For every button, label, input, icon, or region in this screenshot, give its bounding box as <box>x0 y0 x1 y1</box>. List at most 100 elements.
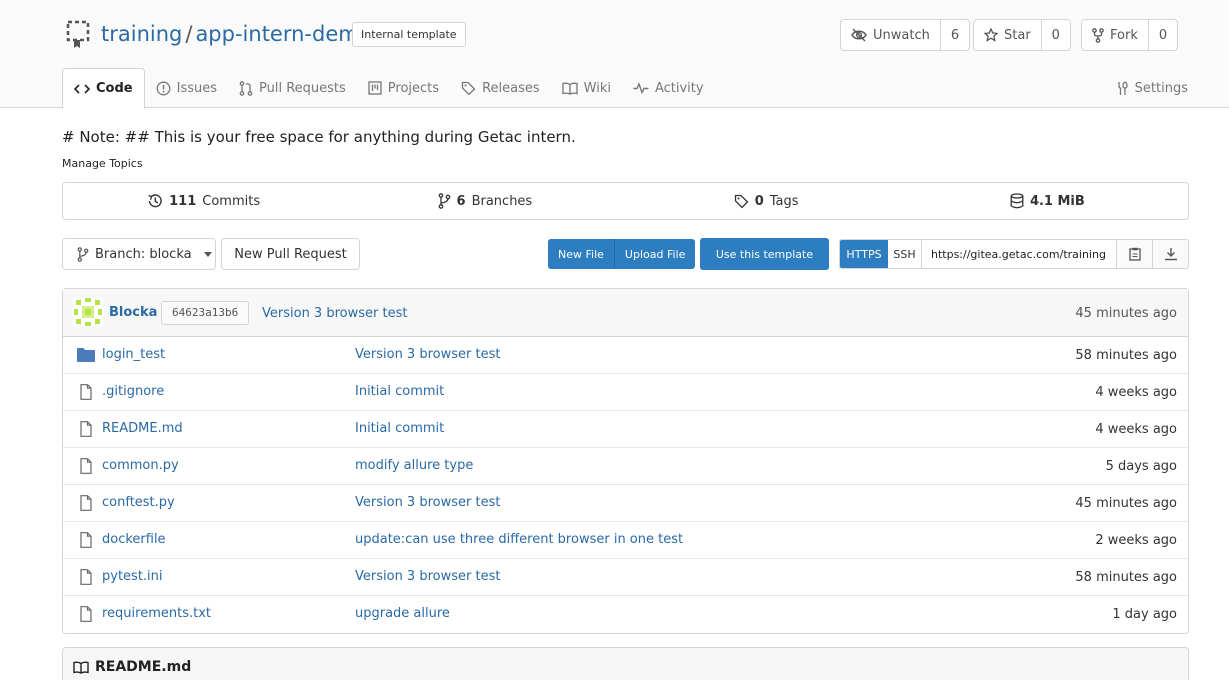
file-name[interactable]: .gitignore <box>102 384 164 399</box>
file-name[interactable]: common.py <box>102 458 179 473</box>
branch-label: Branch: blocka <box>95 246 192 262</box>
commits-label: Commits <box>202 193 261 209</box>
watch-count[interactable]: 6 <box>941 20 969 50</box>
file-name[interactable]: README.md <box>102 421 183 436</box>
file-time: 58 minutes ago <box>1075 348 1177 363</box>
tags-count: 0 <box>754 193 764 209</box>
ssh-toggle[interactable]: SSH <box>888 240 922 268</box>
file-commit-message[interactable]: Initial commit <box>355 421 444 436</box>
file-commit-message[interactable]: Initial commit <box>355 384 444 399</box>
readme-header: README.md <box>62 647 1189 680</box>
tab-projects-label: Projects <box>387 80 440 96</box>
fork-icon <box>1092 27 1104 43</box>
file-actions: New File Upload File <box>548 239 696 269</box>
tab-code[interactable]: Code <box>62 68 145 109</box>
file-name[interactable]: conftest.py <box>102 495 175 510</box>
fork-button[interactable]: Fork <box>1082 20 1149 50</box>
clone-panel: HTTPS SSH https://gitea.getac.com/traini… <box>839 239 1189 269</box>
tab-code-label: Code <box>96 81 133 96</box>
file-icon <box>80 569 92 585</box>
book-icon <box>73 660 89 674</box>
repo-owner-link[interactable]: training <box>101 22 182 46</box>
repo-separator: / <box>185 22 193 46</box>
file-icon <box>80 421 92 437</box>
tab-activity-label: Activity <box>654 80 704 96</box>
commit-sha[interactable]: 64623a13b6 <box>161 301 250 325</box>
watch-button-group[interactable]: Unwatch 6 <box>840 19 971 51</box>
tab-issues[interactable]: Issues <box>145 68 228 108</box>
upload-file-button[interactable]: Upload File <box>613 239 696 269</box>
fork-label: Fork <box>1110 27 1138 43</box>
tab-pull-requests-label: Pull Requests <box>259 80 346 96</box>
branch-icon <box>438 193 450 209</box>
star-count[interactable]: 0 <box>1042 20 1070 50</box>
file-commit-message[interactable]: upgrade allure <box>355 606 450 621</box>
use-template-button[interactable]: Use this template <box>700 238 829 270</box>
file-commit-message[interactable]: update:can use three different browser i… <box>355 532 683 547</box>
file-time: 4 weeks ago <box>1095 422 1177 437</box>
file-commit-message[interactable]: Version 3 browser test <box>355 569 500 584</box>
tab-issues-label: Issues <box>176 80 217 96</box>
branches-stat[interactable]: 6 Branches <box>344 183 625 219</box>
file-row: common.py modify allure type 5 days ago <box>63 448 1188 485</box>
file-name[interactable]: pytest.ini <box>102 569 163 584</box>
file-time: 2 weeks ago <box>1095 533 1177 548</box>
new-pull-request-button[interactable]: New Pull Request <box>221 238 360 270</box>
template-badge: Internal template <box>352 22 466 47</box>
commits-count: 111 <box>169 193 197 209</box>
history-icon <box>148 194 162 208</box>
size-stat: 4.1 MiB <box>907 183 1188 219</box>
caret-down-icon <box>203 251 212 257</box>
repo-name-link[interactable]: app-intern-demo <box>195 22 371 46</box>
star-button-group[interactable]: Star 0 <box>973 19 1071 51</box>
fork-button-group[interactable]: Fork 0 <box>1081 19 1179 51</box>
file-name[interactable]: dockerfile <box>102 532 166 547</box>
pull-request-icon <box>239 80 253 96</box>
fork-count[interactable]: 0 <box>1149 20 1177 50</box>
repo-stats-bar: 111 Commits 6 Branches 0 Tags 4.1 MiB <box>62 182 1189 220</box>
tab-releases[interactable]: Releases <box>450 68 551 108</box>
tag-icon <box>734 194 749 208</box>
commits-stat[interactable]: 111 Commits <box>63 183 344 219</box>
avatar[interactable] <box>73 297 103 327</box>
tab-releases-label: Releases <box>482 80 540 96</box>
file-commit-message[interactable]: Version 3 browser test <box>355 495 500 510</box>
tags-stat[interactable]: 0 Tags <box>626 183 907 219</box>
file-icon <box>80 495 92 511</box>
book-icon <box>561 82 578 95</box>
tab-settings-label: Settings <box>1134 80 1188 96</box>
commit-author[interactable]: Blocka <box>109 305 157 320</box>
tags-label: Tags <box>769 193 799 209</box>
commit-message[interactable]: Version 3 browser test <box>262 306 407 321</box>
tools-icon <box>1118 80 1128 95</box>
star-label: Star <box>1004 27 1031 43</box>
tab-projects[interactable]: Projects <box>357 68 450 108</box>
clone-url-input[interactable]: https://gitea.getac.com/training <box>922 240 1116 268</box>
file-commit-message[interactable]: Version 3 browser test <box>355 347 500 362</box>
repo-title: training / app-intern-demo <box>101 22 372 46</box>
file-commit-message[interactable]: modify allure type <box>355 458 473 473</box>
database-icon <box>1010 193 1024 209</box>
tab-activity[interactable]: Activity <box>622 68 715 108</box>
file-time: 45 minutes ago <box>1075 496 1177 511</box>
latest-commit-bar: Blocka 64623a13b6 Version 3 browser test… <box>63 289 1188 337</box>
tab-settings[interactable]: Settings <box>1115 68 1188 108</box>
copy-url-button[interactable] <box>1116 240 1152 268</box>
file-name[interactable]: login_test <box>102 347 165 362</box>
repo-nav: Code Issues Pull Requests Projects Relea… <box>62 68 715 109</box>
unwatch-button[interactable]: Unwatch <box>841 20 941 50</box>
file-row: conftest.py Version 3 browser test 45 mi… <box>63 485 1188 522</box>
star-button[interactable]: Star <box>974 20 1042 50</box>
branch-dropdown[interactable]: Branch: blocka <box>62 238 216 270</box>
https-toggle[interactable]: HTTPS <box>840 240 888 268</box>
download-button[interactable] <box>1152 240 1188 268</box>
file-time: 5 days ago <box>1105 459 1177 474</box>
folder-icon <box>77 348 95 362</box>
file-list: Blocka 64623a13b6 Version 3 browser test… <box>62 288 1189 634</box>
file-name[interactable]: requirements.txt <box>102 606 211 621</box>
tab-wiki[interactable]: Wiki <box>551 68 622 108</box>
tab-pull-requests[interactable]: Pull Requests <box>228 68 357 108</box>
manage-topics-link[interactable]: Manage Topics <box>62 157 143 170</box>
repo-size: 4.1 MiB <box>1029 193 1085 209</box>
new-file-button[interactable]: New File <box>548 239 614 269</box>
